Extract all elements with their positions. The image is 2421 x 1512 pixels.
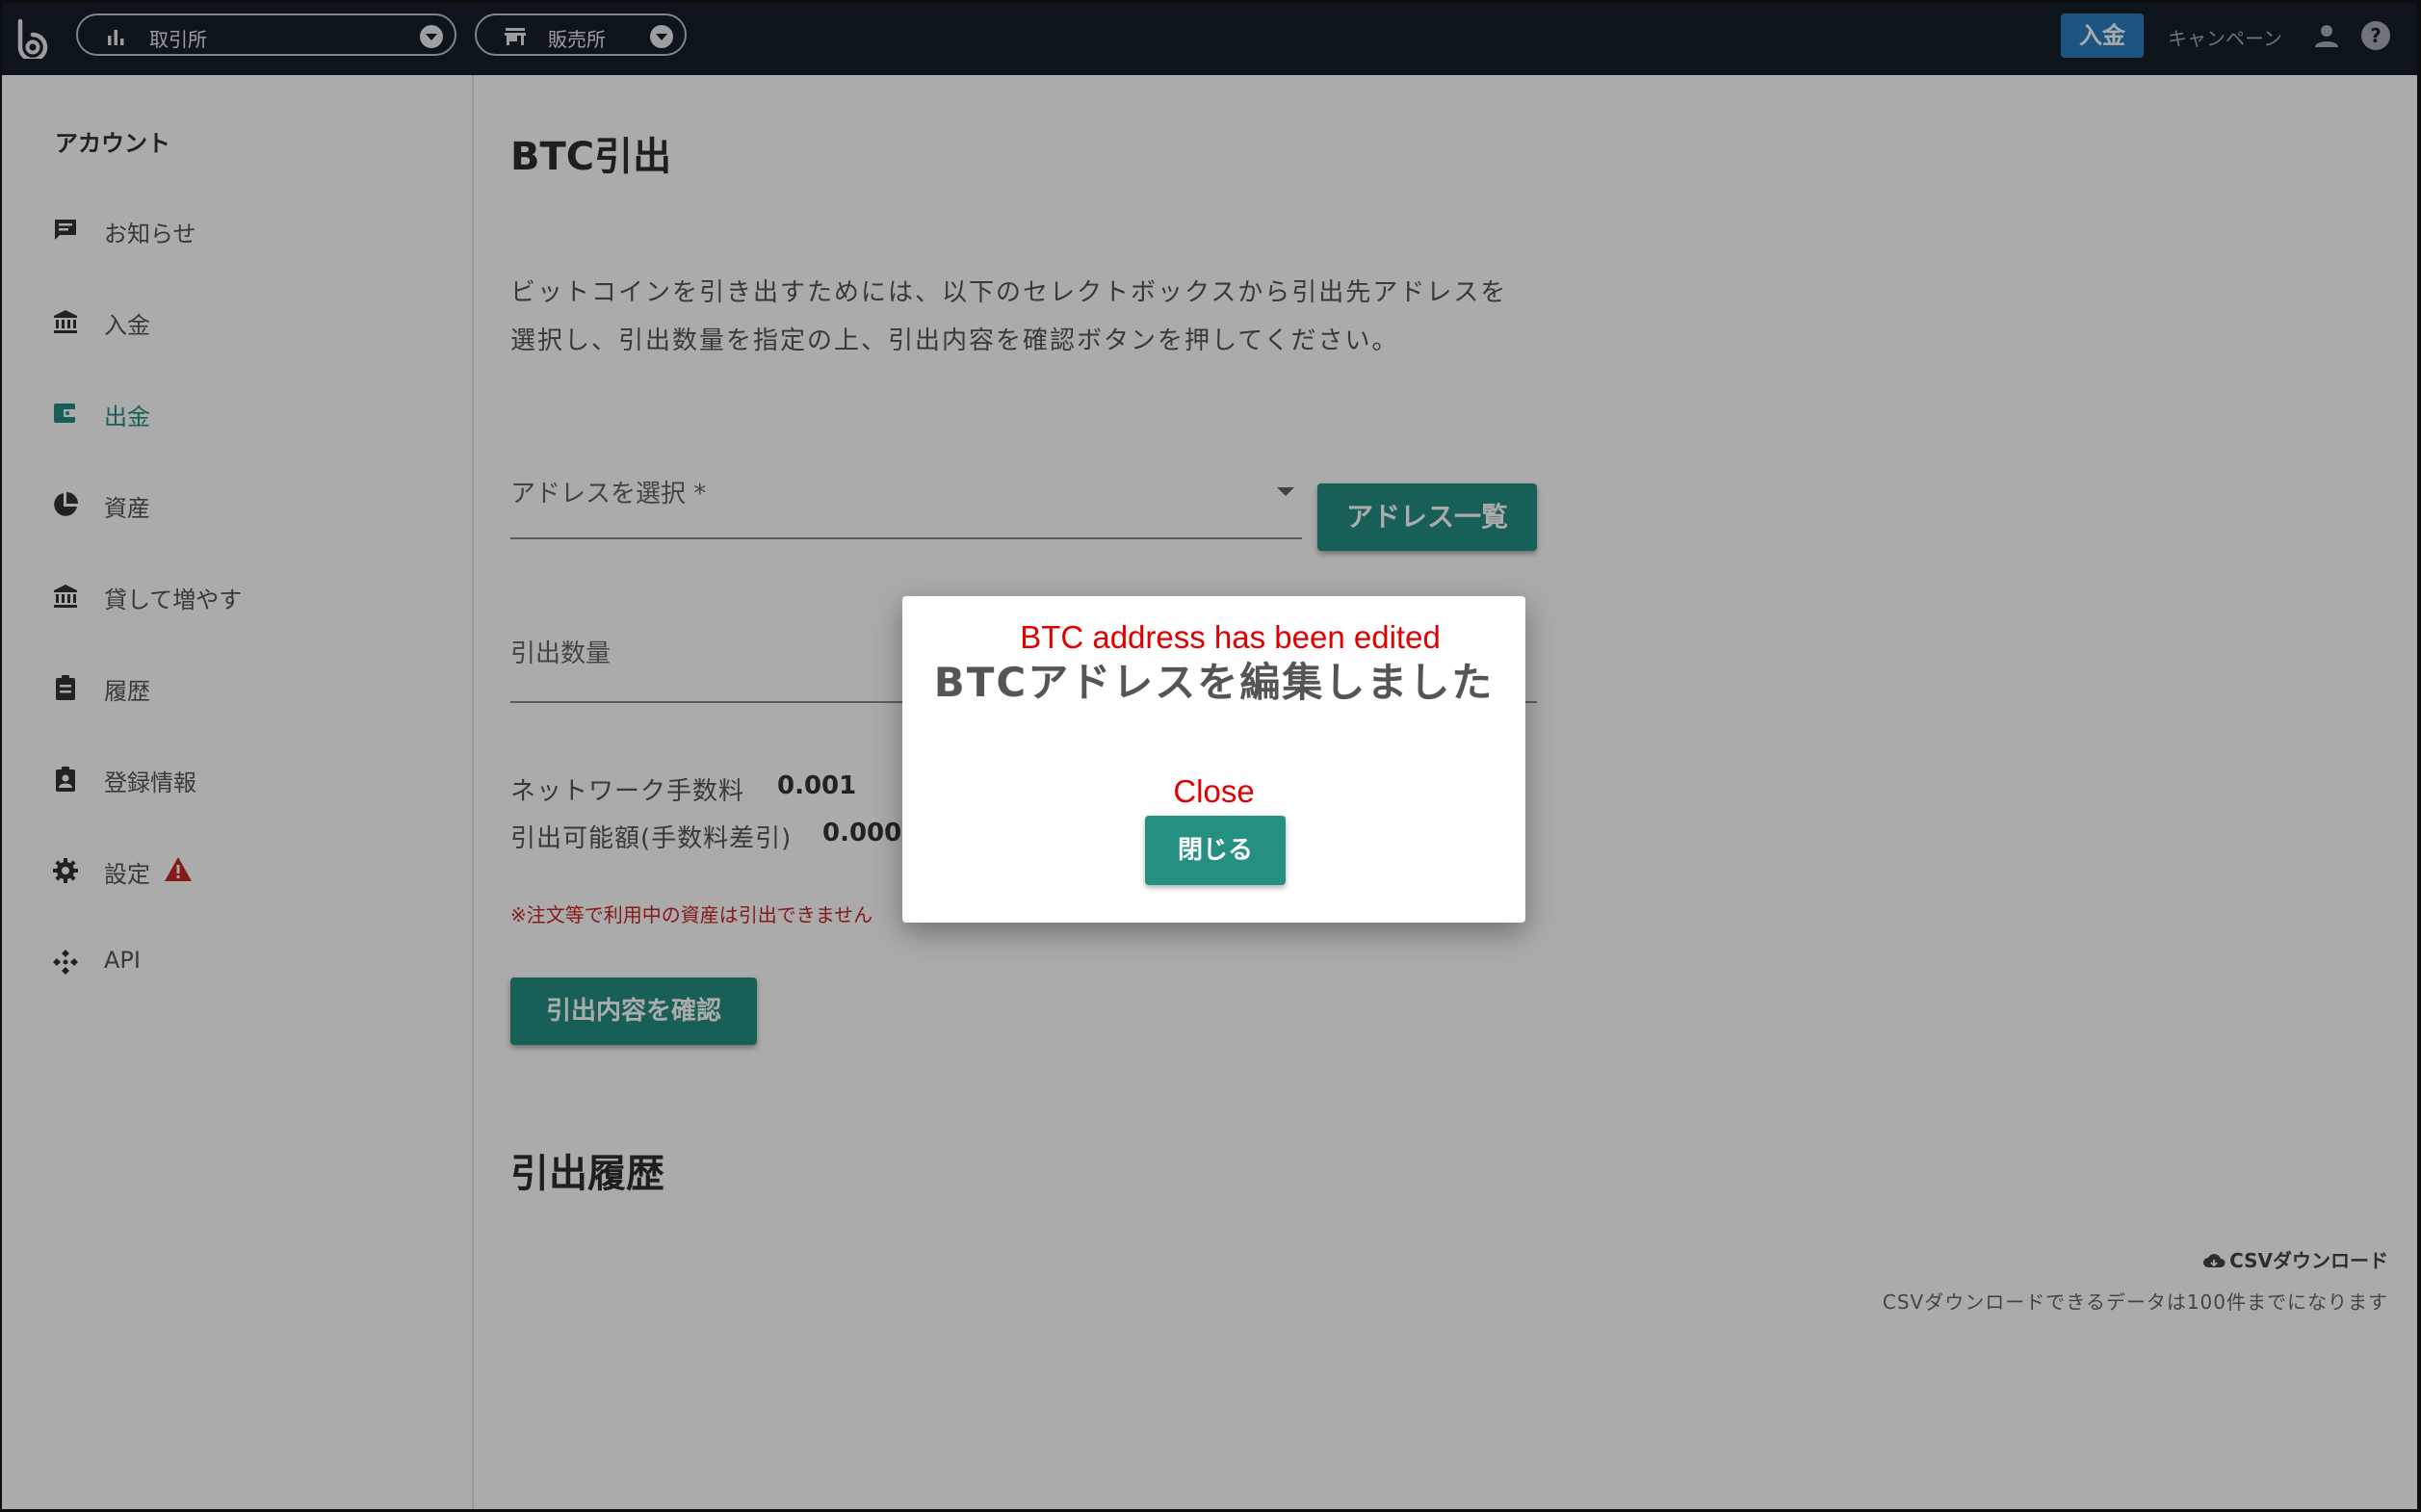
confirmation-dialog: BTC address has been edited BTCアドレスを編集しま… <box>902 596 1525 923</box>
dialog-annotation-close: Close <box>1173 773 1255 809</box>
dialog-title: BTCアドレスを編集しました <box>933 659 1495 706</box>
close-button[interactable]: 閉じる <box>1145 816 1286 885</box>
app-window: 取引所 販売所 入金 キャンペーン ? アカウント お知らせ 入金 出金 資産 … <box>2 3 2417 1509</box>
